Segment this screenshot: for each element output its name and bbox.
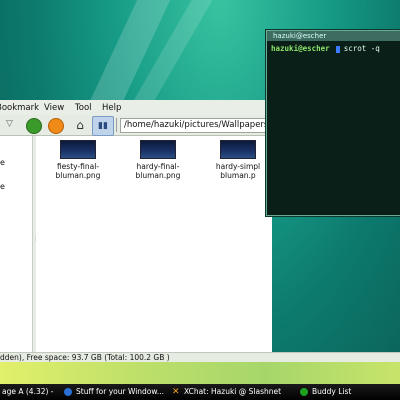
menu-view[interactable]: View	[44, 103, 64, 113]
file-item[interactable]: hardy-simpl bluman.p	[208, 140, 268, 180]
taskbar-item[interactable]: age A (4.32) -	[2, 386, 54, 398]
home-icon[interactable]: ⌂	[72, 117, 88, 133]
taskbar-item-label: Buddy List	[312, 387, 352, 396]
taskbar-item-label: Stuff for your Window...	[76, 387, 164, 396]
file-manager-window: Bookmark View Tool Help ▽ ⌂ ▮▮ /home/haz…	[0, 100, 400, 363]
path-bar-toggle-button[interactable]: ▮▮	[92, 116, 114, 136]
up-arrow-icon[interactable]	[26, 118, 42, 134]
pidgin-icon	[300, 388, 308, 396]
location-input[interactable]: /home/hazuki/pictures/Wallpapers	[120, 118, 285, 133]
file-name: hardy-final- bluman.png	[135, 162, 181, 180]
image-thumbnail	[60, 140, 96, 159]
menu-bookmark[interactable]: Bookmark	[0, 103, 39, 113]
taskbar-item-label: XChat: Hazuki @ Slashnet	[184, 387, 282, 396]
reload-icon[interactable]	[48, 118, 64, 134]
toolbar-separator	[116, 118, 117, 132]
toolbar: ▽ ⌂ ▮▮ /home/hazuki/pictures/Wallpapers	[0, 115, 285, 136]
sidebar-item[interactable]: e	[0, 182, 5, 191]
file-item[interactable]: hardy-final- bluman.png	[128, 140, 188, 180]
chevron-down-icon[interactable]: ▽	[6, 119, 13, 129]
file-view: fiesty-final- bluman.png hardy-final- bl…	[36, 136, 272, 352]
taskbar: age A (4.32) - Stuff for your Window... …	[0, 384, 400, 400]
image-thumbnail	[220, 140, 256, 159]
taskbar-item[interactable]: ✕ XChat: Hazuki @ Slashnet	[172, 386, 281, 398]
terminal-title[interactable]: hazuki@escher	[267, 31, 400, 41]
terminal-command: scrot -q	[343, 44, 380, 53]
file-item[interactable]: fiesty-final- bluman.png	[48, 140, 108, 180]
terminal-body[interactable]: hazuki@escher scrot -q	[267, 41, 400, 215]
taskbar-item[interactable]: Stuff for your Window...	[64, 386, 164, 398]
menu-bar: Bookmark View Tool Help	[0, 100, 272, 116]
menu-tool[interactable]: Tool	[75, 103, 92, 113]
prompt-user: hazuki@escher	[271, 44, 330, 53]
sidebar-item[interactable]: e	[0, 158, 5, 167]
file-name: fiesty-final- bluman.png	[55, 162, 101, 180]
xchat-icon: ✕	[172, 387, 180, 397]
browser-icon	[64, 388, 72, 396]
file-name: hardy-simpl bluman.p	[215, 162, 261, 180]
taskbar-item[interactable]: Buddy List	[300, 386, 351, 398]
menu-help[interactable]: Help	[102, 103, 121, 113]
image-thumbnail	[140, 140, 176, 159]
terminal-window[interactable]: hazuki@escher hazuki@escher scrot -q	[266, 30, 400, 216]
sidebar: e e	[0, 136, 33, 352]
desktop-strip	[0, 362, 400, 384]
terminal-prompt: hazuki@escher scrot -q	[271, 44, 380, 53]
cursor-icon	[335, 45, 340, 53]
